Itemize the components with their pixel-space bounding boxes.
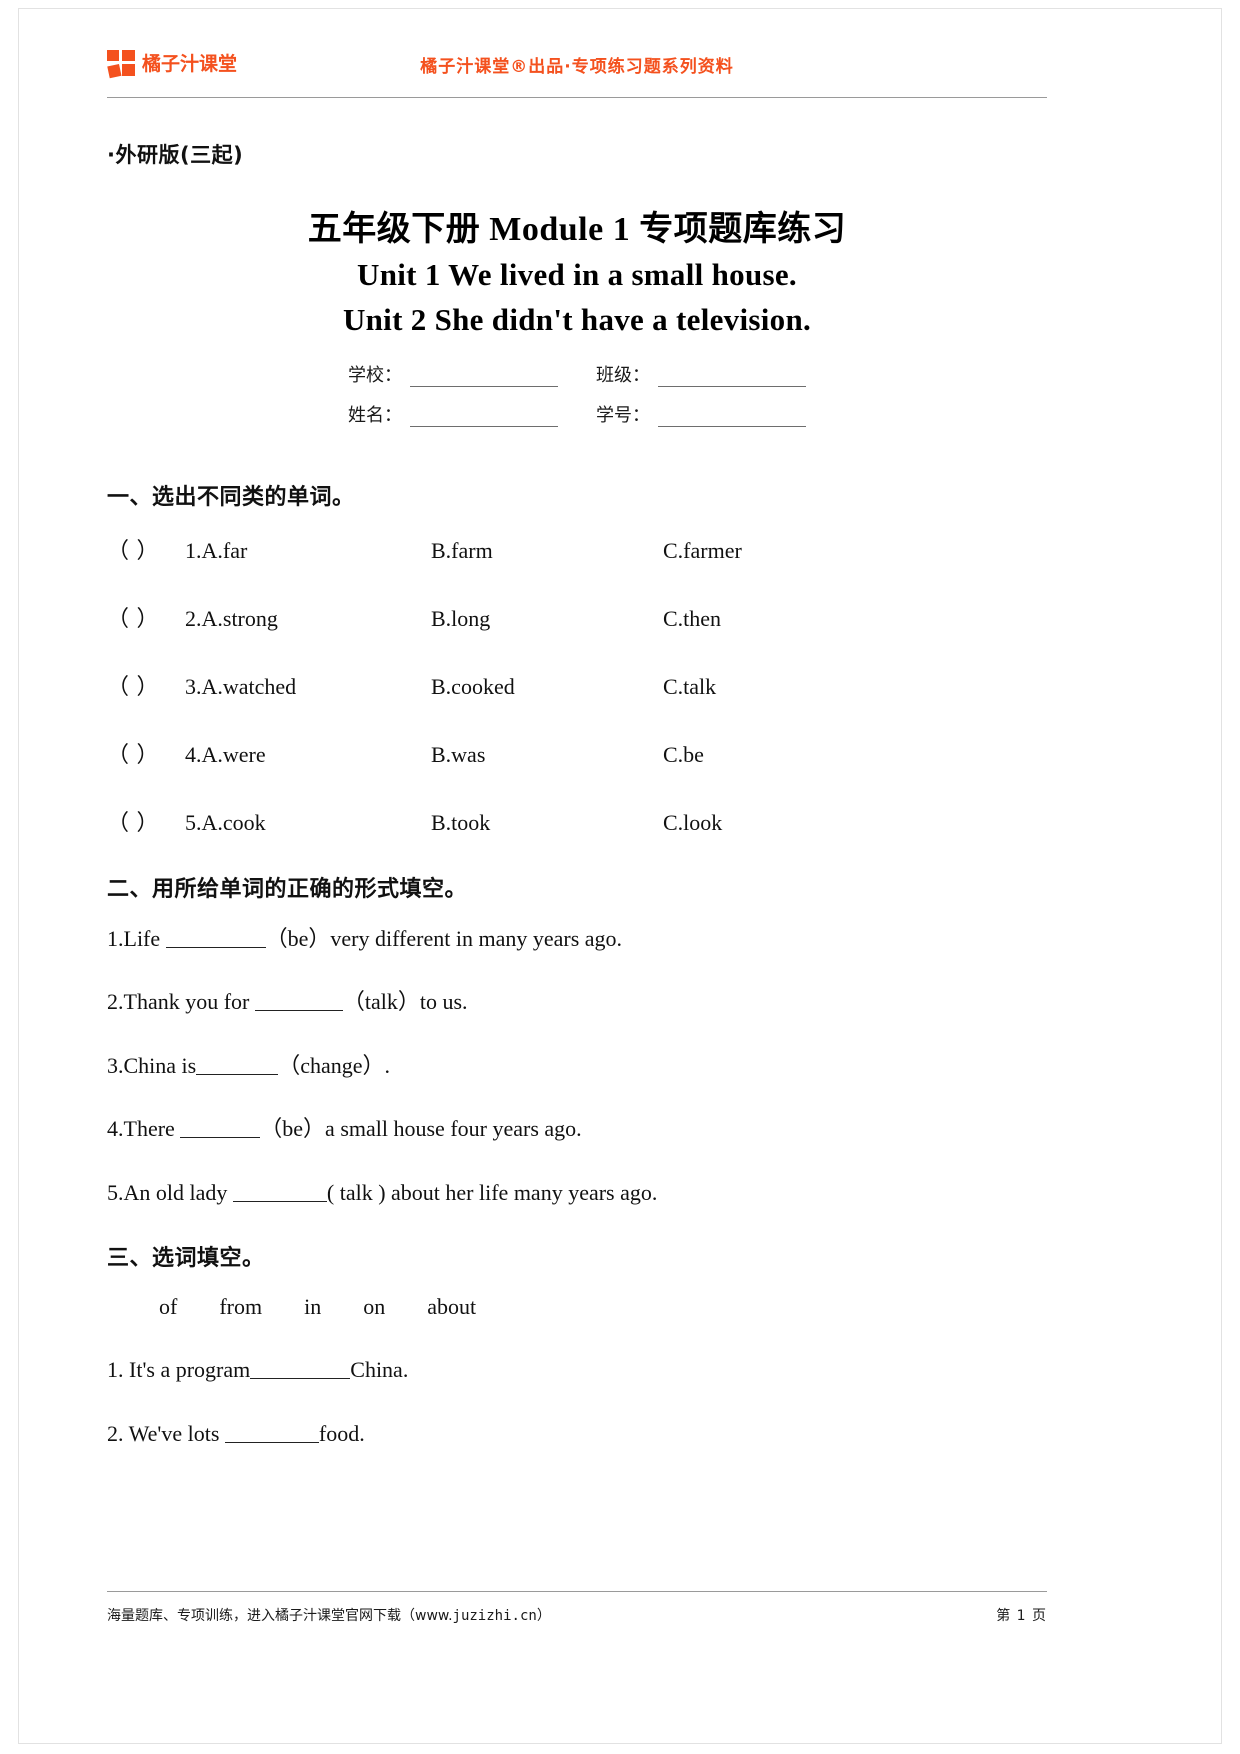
word-bank-item-on[interactable]: on (363, 1294, 385, 1319)
fill-blank-2-suffix: （talk）to us. (342, 989, 468, 1015)
question-3-option-b[interactable]: B.cooked (431, 674, 663, 700)
fill-blank-3-input[interactable] (196, 1057, 279, 1075)
fill-blank-4-input[interactable] (180, 1120, 261, 1139)
class-label: 班级： (596, 364, 650, 386)
fill-blank-row-2: 2.Thank you for （talk）to us. (107, 988, 1047, 1016)
question-2-option-b[interactable]: B.long (431, 606, 663, 632)
school-input-rule[interactable] (410, 368, 558, 387)
question-1-option-c[interactable]: C.farmer (663, 538, 742, 564)
title-unit-1: Unit 1 We lived in a small house. (357, 256, 797, 292)
word-choice-1-input[interactable] (250, 1361, 351, 1380)
footer-note: 海量题库、专项训练，进入橘子汁课堂官网下载（www.juzizhi.cn） (107, 1605, 551, 1625)
question-5-option-a[interactable]: 5.A.cook (185, 810, 431, 836)
word-choice-2-input[interactable] (224, 1425, 319, 1443)
fill-blank-5-input[interactable] (232, 1184, 327, 1202)
fill-blank-3-suffix: （change）. (278, 1052, 391, 1078)
question-1-option-b[interactable]: B.farm (431, 538, 663, 564)
name-input-rule[interactable] (410, 408, 558, 427)
question-row-5: （ ） 5.A.cook B.took C.look (107, 805, 1047, 837)
answer-bracket-2[interactable]: （ ） (107, 601, 185, 633)
class-input-rule[interactable] (658, 368, 806, 387)
fill-blank-1-prefix: 1.Life (107, 925, 166, 951)
question-row-4: （ ） 4.A.were B.was C.be (107, 737, 1047, 769)
section-3-heading: 三、选词填空。 (107, 1246, 265, 1272)
question-row-2: （ ） 2.A.strong B.long C.then (107, 601, 1047, 633)
name-label: 姓名： (348, 404, 402, 426)
answer-bracket-4[interactable]: （ ） (107, 737, 185, 769)
header-tagline: 橘子汁课堂®出品·专项练习题系列资料 (420, 57, 734, 77)
word-choice-2-prefix: 2. We've lots (107, 1420, 225, 1446)
footer-website-url[interactable]: juzizhi.cn (453, 1608, 537, 1624)
section-2-heading: 二、用所给单词的正确的形式填空。 (107, 876, 468, 902)
footer-divider (107, 1591, 1047, 1592)
fill-blank-1-suffix: （be）very different in many years ago. (265, 925, 623, 951)
word-bank-item-about[interactable]: about (427, 1294, 476, 1319)
page-title: 五年级下册 Module 1 专项题库练习 (307, 211, 847, 248)
question-row-1: （ ） 1.A.far B.farm C.farmer (107, 533, 1047, 565)
fill-blank-1-input[interactable] (165, 930, 266, 948)
question-2-option-c[interactable]: C.then (663, 606, 721, 632)
fill-blank-5-prefix: 5.An old lady (107, 1179, 233, 1205)
footer-note-text: 海量题库、专项训练，进入橘子汁课堂官网下载（www. (107, 1608, 453, 1624)
student-id-field[interactable]: 学号： (596, 401, 806, 427)
section-1-heading: 一、选出不同类的单词。 (107, 484, 355, 510)
fill-blank-row-4: 4.There （be）a small house four years ago… (107, 1115, 1047, 1143)
fill-blank-4-suffix: （be）a small house four years ago. (260, 1116, 582, 1142)
footer-note-tail: ） (536, 1608, 551, 1624)
word-bank-item-from[interactable]: from (219, 1294, 262, 1319)
word-bank-item-of[interactable]: of (159, 1294, 177, 1319)
word-choice-2-suffix: food. (318, 1420, 365, 1446)
title-unit-2: Unit 2 She didn't have a television. (342, 301, 812, 337)
class-field[interactable]: 班级： (596, 361, 806, 387)
fill-blank-2-input[interactable] (254, 993, 343, 1012)
header-divider (107, 97, 1047, 98)
edition-label: ·外研版(三起) (107, 143, 244, 167)
word-bank: of from in on about (107, 1294, 1047, 1320)
question-4-option-a[interactable]: 4.A.were (185, 742, 431, 768)
question-3-option-a[interactable]: 3.A.watched (185, 674, 431, 700)
question-1-option-a[interactable]: 1.A.far (185, 538, 431, 564)
info-row-name-id: 姓名： 学号： (348, 401, 806, 427)
question-row-3: （ ） 3.A.watched B.cooked C.talk (107, 669, 1047, 701)
name-field[interactable]: 姓名： (348, 401, 558, 427)
word-choice-1-suffix: China. (350, 1357, 409, 1383)
paper-sheet: 橘子汁课堂 橘子汁课堂®出品·专项练习题系列资料 ·外研版(三起) 五年级下册 … (18, 8, 1222, 1744)
worksheet-page: 橘子汁课堂 橘子汁课堂®出品·专项练习题系列资料 ·外研版(三起) 五年级下册 … (0, 0, 1240, 1754)
fill-blank-row-3: 3.China is （change）. (107, 1052, 1047, 1080)
student-info-fields: 学校： 班级： 姓名： 学号： (107, 361, 1047, 427)
question-3-option-c[interactable]: C.talk (663, 674, 716, 700)
question-4-option-c[interactable]: C.be (663, 742, 704, 768)
fill-blank-4-prefix: 4.There (107, 1116, 181, 1142)
page-number: 第 1 页 (996, 1608, 1047, 1624)
answer-bracket-5[interactable]: （ ） (107, 805, 185, 837)
title-block: 五年级下册 Module 1 专项题库练习 Unit 1 We lived in… (107, 207, 1047, 343)
answer-bracket-1[interactable]: （ ） (107, 533, 185, 565)
answer-bracket-3[interactable]: （ ） (107, 669, 185, 701)
fill-blank-row-5: 5.An old lady ( talk ) about her life ma… (107, 1179, 1047, 1207)
word-bank-item-in[interactable]: in (304, 1294, 321, 1319)
page-header: 橘子汁课堂 橘子汁课堂®出品·专项练习题系列资料 (107, 39, 1047, 101)
fill-blank-3-prefix: 3.China is (107, 1052, 197, 1078)
fill-blank-2-prefix: 2.Thank you for (107, 989, 255, 1015)
question-2-option-a[interactable]: 2.A.strong (185, 606, 431, 632)
page-footer: 海量题库、专项训练，进入橘子汁课堂官网下载（www.juzizhi.cn） 第 … (107, 1605, 1047, 1625)
student-id-input-rule[interactable] (658, 408, 806, 427)
info-row-school-class: 学校： 班级： (348, 361, 806, 387)
fill-blank-5-suffix: ( talk ) about her life many years ago. (326, 1179, 658, 1205)
school-label: 学校： (348, 364, 402, 386)
question-4-option-b[interactable]: B.was (431, 742, 663, 768)
question-5-option-c[interactable]: C.look (663, 810, 722, 836)
word-choice-row-1: 1. It's a program China. (107, 1356, 1047, 1384)
word-choice-1-prefix: 1. It's a program (107, 1357, 251, 1383)
question-5-option-b[interactable]: B.took (431, 810, 663, 836)
school-field[interactable]: 学校： (348, 361, 558, 387)
fill-blank-row-1: 1.Life （be）very different in many years … (107, 925, 1047, 953)
word-choice-row-2: 2. We've lots food. (107, 1420, 1047, 1448)
student-id-label: 学号： (596, 404, 650, 426)
page-content: 橘子汁课堂 橘子汁课堂®出品·专项练习题系列资料 ·外研版(三起) 五年级下册 … (107, 39, 1047, 1699)
